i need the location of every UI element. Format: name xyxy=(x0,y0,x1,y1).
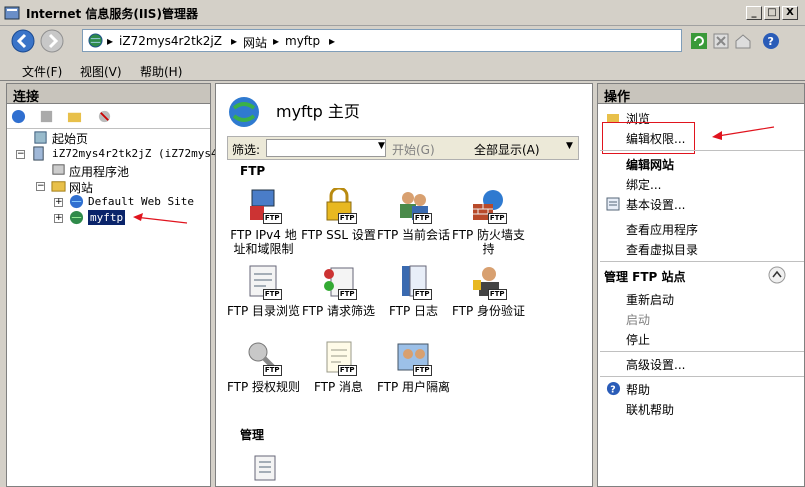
group-manage-label: 管理 xyxy=(240,428,265,442)
refresh-icon[interactable] xyxy=(690,32,708,50)
svg-text:?: ? xyxy=(768,35,774,48)
action-view-applications[interactable]: 查看应用程序 xyxy=(626,221,698,238)
feature-ftp-logging[interactable]: FTP FTP 日志 xyxy=(376,264,451,318)
forward-arrow-icon[interactable] xyxy=(40,29,64,53)
action-view-virtual-dirs[interactable]: 查看虚拟目录 xyxy=(626,241,698,258)
basic-settings-icon xyxy=(606,197,620,211)
message-icon: FTP xyxy=(321,340,357,376)
crumb-myftp[interactable]: myftp xyxy=(285,34,320,48)
show-all-button[interactable]: 全部显示(A) xyxy=(474,141,540,158)
iis-app-icon xyxy=(4,6,20,20)
firewall-icon: FTP xyxy=(471,188,507,224)
close-button[interactable]: X xyxy=(782,6,798,20)
stop-icon[interactable] xyxy=(712,32,730,50)
address-box[interactable]: ▸ iZ72mys4r2tk2jZ ▸ 网站 ▸ myftp ▸ xyxy=(82,29,682,52)
feature-ftp-request-filter[interactable]: FTP FTP 请求筛选 xyxy=(301,264,376,318)
filter-label: 筛选: xyxy=(232,143,261,157)
tree-myftp-selected[interactable]: myftp xyxy=(88,210,126,225)
action-help[interactable]: 帮助 xyxy=(626,381,650,398)
tree-expander-myftp[interactable]: + xyxy=(54,214,63,223)
tree-start-page[interactable]: 起始页 xyxy=(52,130,88,147)
connections-title: 连接 xyxy=(7,84,210,105)
collapse-chevron-icon[interactable] xyxy=(768,266,786,284)
globe-icon xyxy=(88,33,103,48)
minimize-button[interactable]: _ xyxy=(746,6,762,20)
action-start-disabled: 启动 xyxy=(626,313,651,327)
manage-ftp-site-heading: 管理 FTP 站点 xyxy=(604,270,686,284)
back-arrow-icon[interactable] xyxy=(11,29,35,53)
maximize-button[interactable]: □ xyxy=(764,6,780,20)
lock-icon: FTP xyxy=(321,186,357,224)
feature-ftp-ipv4[interactable]: FTP FTP IPv4 地址和域限制 xyxy=(226,188,301,256)
disconnect-icon[interactable] xyxy=(97,109,112,124)
filter-input[interactable] xyxy=(266,139,386,157)
title-bar: Internet 信息服务(IIS)管理器 _ □ X xyxy=(0,0,805,26)
action-online-help[interactable]: 联机帮助 xyxy=(626,401,674,418)
feature-ftp-messages[interactable]: FTP FTP 消息 xyxy=(301,340,376,394)
menu-view[interactable]: 视图(V) xyxy=(80,63,122,80)
tree-app-pools[interactable]: 应用程序池 xyxy=(69,163,129,180)
ip-restriction-icon: FTP xyxy=(246,188,282,224)
action-advanced-settings[interactable]: 高级设置... xyxy=(626,356,685,373)
action-stop[interactable]: 停止 xyxy=(626,331,650,348)
app-pool-icon xyxy=(52,164,65,175)
connections-pane: 连接 起始页 − iZ72mys4r2tk2jZ (iZ72mys4r 应用程序… xyxy=(6,83,224,487)
help-icon[interactable]: ? xyxy=(762,32,780,50)
user-isolation-icon: FTP xyxy=(396,340,432,376)
group-ftp-label: FTP xyxy=(240,164,266,178)
feature-ftp-firewall[interactable]: FTP FTP 防火墙支持 xyxy=(451,188,526,256)
connect-globe-icon[interactable] xyxy=(11,109,26,124)
menu-bar: 文件(F) 视图(V) 帮助(H) xyxy=(0,57,805,81)
ftp-site-globe-icon xyxy=(69,210,84,225)
features-pane: myftp 主页 筛选: ▼ 开始(G) 全部显示(A) ▼ FTP FTP F… xyxy=(215,83,593,487)
home-icon[interactable] xyxy=(734,32,752,50)
sessions-icon: FTP xyxy=(396,188,432,224)
authorization-icon: FTP xyxy=(246,340,282,376)
window-title: Internet 信息服务(IIS)管理器 xyxy=(26,7,198,21)
action-basic-settings[interactable]: 基本设置... xyxy=(626,196,685,213)
group-by-dropdown-icon[interactable]: ▼ xyxy=(566,141,573,151)
start-filter-button[interactable]: 开始(G) xyxy=(392,141,435,158)
directory-browse-icon: FTP xyxy=(246,264,282,300)
menu-help[interactable]: 帮助(H) xyxy=(140,63,182,80)
tree-expander-sites[interactable]: − xyxy=(36,182,45,191)
tree-server[interactable]: iZ72mys4r2tk2jZ (iZ72mys4r xyxy=(52,147,224,160)
config-editor-icon[interactable] xyxy=(252,454,278,482)
server-icon xyxy=(33,146,44,161)
tree-expander-server[interactable]: − xyxy=(16,150,25,159)
edit-site-heading: 编辑网站 xyxy=(626,158,675,172)
feature-ftp-authorization[interactable]: FTP FTP 授权规则 xyxy=(226,340,301,394)
feature-ftp-user-isolation[interactable]: FTP FTP 用户隔离 xyxy=(376,340,451,394)
crumb-server[interactable]: iZ72mys4r2tk2jZ xyxy=(119,34,222,48)
tree-default-web-site[interactable]: Default Web Site xyxy=(88,195,194,208)
tree-expander-default[interactable]: + xyxy=(54,198,63,207)
site-globe-large-icon xyxy=(229,97,259,127)
annotation-arrow-right xyxy=(712,126,775,140)
svg-text:?: ? xyxy=(610,384,615,395)
folder-up-icon[interactable] xyxy=(67,109,82,124)
start-page-icon xyxy=(34,131,47,144)
help-circle-icon: ? xyxy=(606,381,621,395)
filter-dropdown-arrow-icon[interactable]: ▼ xyxy=(378,141,385,151)
menu-file[interactable]: 文件(F) xyxy=(22,63,62,80)
feature-ftp-sessions[interactable]: FTP FTP 当前会话 xyxy=(376,188,451,242)
action-restart[interactable]: 重新启动 xyxy=(626,291,674,308)
annotation-arrow-left xyxy=(133,213,188,224)
log-icon: FTP xyxy=(396,264,432,300)
action-bindings[interactable]: 绑定... xyxy=(626,176,661,193)
sites-folder-icon xyxy=(51,181,66,192)
crumb-sites[interactable]: 网站 xyxy=(243,34,267,51)
request-filter-icon: FTP xyxy=(321,264,357,300)
website-globe-icon xyxy=(69,194,84,209)
page-title: myftp 主页 xyxy=(276,102,360,121)
actions-title: 操作 xyxy=(598,84,804,105)
feature-ftp-ssl[interactable]: FTP FTP SSL 设置 xyxy=(301,186,376,242)
authentication-icon: FTP xyxy=(471,264,507,300)
feature-ftp-dir-browse[interactable]: FTP FTP 目录浏览 xyxy=(226,264,301,318)
address-bar: ▸ iZ72mys4r2tk2jZ ▸ 网站 ▸ myftp ▸ ? xyxy=(0,26,805,56)
feature-ftp-authentication[interactable]: FTP FTP 身份验证 xyxy=(451,264,526,318)
actions-pane: 操作 浏览 编辑权限... 编辑网站 绑定... 基本设置... 查看应用程序 … xyxy=(597,83,805,487)
filter-bar: 筛选: ▼ 开始(G) 全部显示(A) ▼ xyxy=(227,136,579,160)
save-icon[interactable] xyxy=(39,109,54,124)
